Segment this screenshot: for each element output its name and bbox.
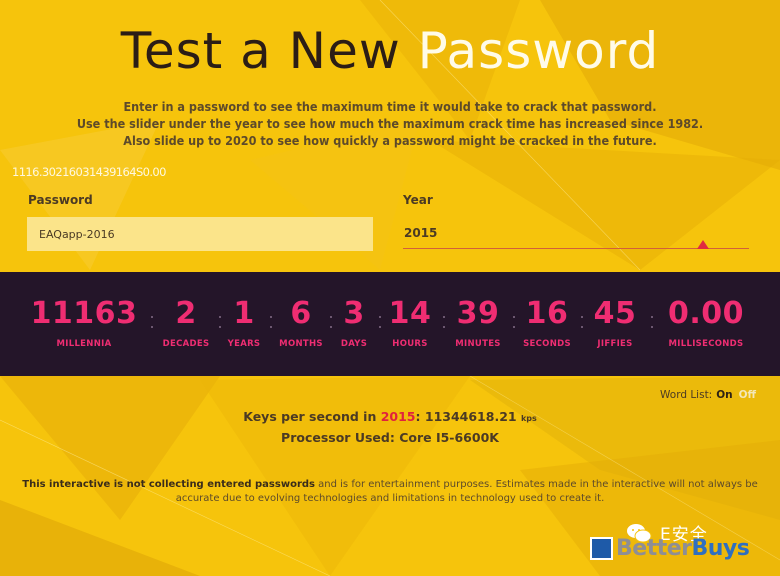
- word-list-label: Word List:: [660, 389, 713, 401]
- separator-colon: [270, 316, 272, 318]
- crack-value: 2: [175, 296, 197, 331]
- year-value: 2015: [404, 226, 438, 240]
- intro-text: Enter in a password to see the maximum t…: [20, 98, 760, 149]
- crack-value: 16: [525, 296, 569, 331]
- word-list-off-option[interactable]: Off: [739, 389, 756, 401]
- disclaimer-bold: This interactive is not collecting enter…: [22, 479, 315, 490]
- crack-value: 39: [456, 296, 500, 331]
- checkbox-logo-icon: [590, 537, 613, 560]
- crack-unit-label: MINUTES: [455, 339, 501, 349]
- crack-value: 6: [290, 296, 312, 331]
- separator-colon: [581, 316, 583, 318]
- word-list-toggle: Word List: On Off: [660, 389, 756, 401]
- page-title: Test a New Password: [0, 22, 780, 80]
- kps-year: 2015: [380, 409, 416, 424]
- intro-line-3: Also slide up to 2020 to see how quickly…: [123, 133, 657, 148]
- password-tester: Test a New Password Enter in a password …: [0, 0, 780, 576]
- processor-used: Processor Used: Core I5-6600K: [0, 430, 780, 445]
- crack-value: 3: [343, 296, 365, 331]
- crack-value: 0.00: [667, 296, 745, 331]
- year-label: Year: [403, 193, 433, 207]
- crack-unit-label: MILLENNIA: [56, 339, 112, 349]
- crack-unit-label: MILLISECONDS: [668, 339, 744, 349]
- separator-colon: [219, 316, 221, 318]
- separator-colon: [443, 316, 445, 318]
- crack-value: 14: [388, 296, 432, 331]
- crack-value: 1: [233, 296, 255, 331]
- logo-part-1: Better: [616, 536, 692, 561]
- separator-colon: [651, 316, 653, 318]
- title-part-1: Test a New: [120, 22, 418, 80]
- hash-readout: 1116.30216031439164S0.00: [12, 165, 166, 179]
- logo-part-2: Buys: [691, 536, 750, 561]
- crack-value: 11163: [30, 296, 138, 331]
- title-part-2: Password: [417, 22, 660, 80]
- crack-time-panel: 11163 MILLENNIA 2 DECADES 1 YEARS 6 MONT…: [0, 272, 780, 376]
- crack-unit-label: DAYS: [340, 339, 368, 349]
- kps-value: : 11344618.21: [415, 409, 521, 424]
- intro-line-1: Enter in a password to see the maximum t…: [123, 99, 657, 114]
- intro-line-2: Use the slider under the year to see how…: [76, 116, 704, 131]
- separator-colon: [330, 316, 332, 318]
- kps-unit: kps: [520, 414, 537, 423]
- password-input[interactable]: [27, 217, 373, 251]
- processor-value: Core I5-6600K: [399, 430, 499, 445]
- betterbuys-logo: BetterBuys: [590, 536, 750, 564]
- word-list-on-option[interactable]: On: [716, 389, 732, 401]
- disclaimer: This interactive is not collecting enter…: [14, 478, 766, 506]
- crack-unit-label: HOURS: [392, 339, 428, 349]
- crack-unit-label: JIFFIES: [597, 339, 633, 349]
- separator-colon: [151, 316, 153, 318]
- separator-colon: [379, 316, 381, 318]
- processor-label: Processor Used:: [281, 430, 400, 445]
- crack-unit-label: SECONDS: [523, 339, 571, 349]
- password-label: Password: [28, 193, 93, 207]
- keys-per-second: Keys per second in 2015: 11344618.21 kps: [0, 409, 780, 424]
- year-slider-thumb[interactable]: [697, 240, 710, 249]
- crack-unit-label: YEARS: [227, 339, 261, 349]
- crack-unit-label: DECADES: [162, 339, 210, 349]
- crack-value: 45: [593, 296, 637, 331]
- kps-prefix: Keys per second in: [243, 409, 381, 424]
- separator-colon: [513, 316, 515, 318]
- crack-unit-label: MONTHS: [279, 339, 323, 349]
